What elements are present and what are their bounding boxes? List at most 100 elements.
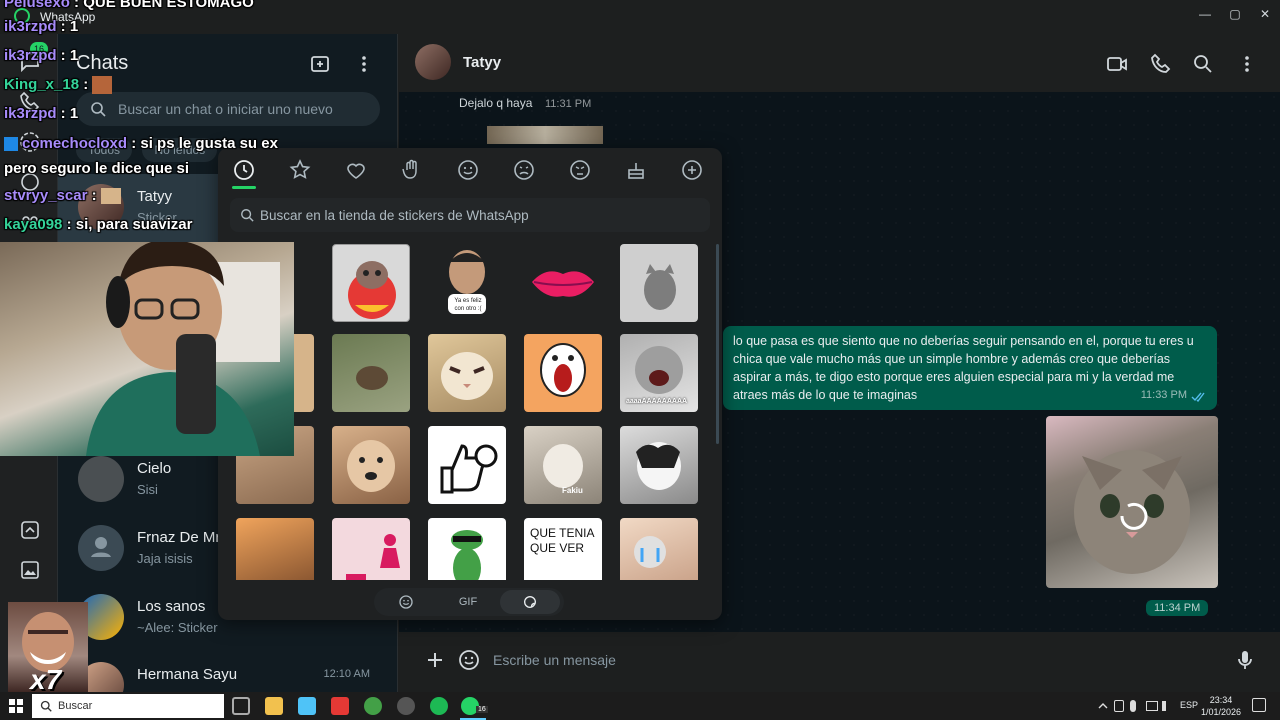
sticker-item[interactable] — [332, 334, 410, 412]
status-icon[interactable] — [18, 130, 42, 154]
chat-preview: Sticker — [137, 210, 177, 225]
emoji-tab[interactable] — [376, 590, 436, 614]
store-icon[interactable] — [298, 697, 316, 715]
sticker-item[interactable] — [620, 426, 698, 504]
calls-icon[interactable] — [18, 90, 42, 114]
message-composer — [399, 632, 1280, 692]
taskbar-clock[interactable]: 23:34 1/01/2026 — [1196, 694, 1246, 718]
clock-time: 23:34 — [1209, 695, 1233, 705]
menu-icon[interactable] — [1235, 52, 1259, 76]
star-icon[interactable] — [288, 158, 312, 182]
taskbar-search[interactable]: Buscar — [32, 694, 224, 718]
chevron-up-icon[interactable] — [1098, 701, 1108, 711]
minimize-button[interactable]: — — [1190, 4, 1220, 24]
channels-icon[interactable] — [18, 170, 42, 194]
sticker-item[interactable] — [332, 244, 410, 322]
search-icon[interactable] — [1191, 52, 1215, 76]
sticker-item[interactable] — [428, 518, 506, 580]
microphone-icon[interactable] — [1233, 648, 1257, 672]
video-call-icon[interactable] — [1105, 52, 1129, 76]
chat-name: Cielo — [137, 460, 172, 477]
starred-icon[interactable] — [18, 518, 42, 542]
message-input[interactable] — [493, 646, 1213, 674]
microphone-tray-icon[interactable] — [1130, 700, 1136, 712]
battery-icon[interactable] — [1114, 700, 1124, 712]
filter-all[interactable]: Todos — [76, 138, 133, 162]
contact-avatar[interactable] — [415, 44, 451, 80]
parrot-sticker-icon — [348, 261, 396, 319]
angry-icon[interactable] — [568, 158, 592, 182]
sticker-item[interactable] — [524, 242, 602, 320]
sticker-time: 11:34 PM — [1146, 600, 1209, 616]
task-view-icon[interactable] — [232, 697, 250, 715]
communities-icon[interactable] — [18, 210, 42, 234]
cake-icon[interactable] — [624, 158, 648, 182]
sticker-tab[interactable] — [500, 590, 560, 614]
chrome-icon[interactable] — [364, 697, 382, 715]
plus-icon[interactable] — [680, 158, 704, 182]
sticker-caption: QUE TENIA QUE VER — [530, 526, 594, 555]
sticker-item[interactable] — [524, 334, 602, 412]
sticker-item[interactable] — [428, 426, 506, 504]
sticker-item[interactable]: Ya es feliz con otro :( — [428, 242, 506, 320]
emote-overlay: x7 — [8, 602, 88, 692]
sticker-icon[interactable] — [457, 648, 481, 672]
active-tab-indicator — [232, 186, 256, 189]
thumbs-up-sticker-icon — [440, 444, 498, 494]
close-button[interactable]: ✕ — [1250, 4, 1280, 24]
streamer-figure-icon — [86, 242, 280, 456]
search-icon — [241, 209, 254, 222]
sad-icon[interactable] — [512, 158, 536, 182]
sticker-caption: aaaaAAAAAAAAA — [626, 398, 688, 405]
avatar — [78, 184, 124, 230]
emote-multiplier: x7 — [30, 664, 62, 692]
windows-taskbar: Buscar 16 ESP 23:34 1/01/2026 — [0, 692, 1280, 720]
menu-icon[interactable] — [352, 52, 376, 76]
default-avatar-icon — [91, 537, 111, 557]
message-time: 11:33 PM — [1140, 389, 1187, 401]
heart-icon[interactable] — [344, 158, 368, 182]
sticker-item[interactable] — [236, 518, 314, 580]
outgoing-message[interactable]: lo que pasa es que siento que no debería… — [723, 326, 1217, 410]
filter-unread[interactable]: No leídos — [142, 138, 218, 162]
sticker-item[interactable]: Fakiu — [524, 426, 602, 504]
sticker-item[interactable] — [428, 334, 506, 412]
voice-call-icon[interactable] — [1149, 52, 1173, 76]
sticker-item[interactable]: aaaaAAAAAAAAA — [620, 334, 698, 412]
conversation-header[interactable]: Tatyy — [399, 34, 1280, 92]
spotify-icon[interactable] — [430, 697, 448, 715]
cat-face-icon — [1074, 450, 1190, 574]
volume-icon[interactable] — [1162, 701, 1174, 711]
chat-preview: ~Alee: Sticker — [137, 620, 218, 635]
sticker-scrollbar[interactable] — [716, 244, 719, 444]
media-icon[interactable] — [18, 558, 42, 582]
sticker-item[interactable] — [620, 518, 698, 580]
sticker-item[interactable] — [332, 518, 410, 580]
clock-icon[interactable] — [232, 158, 256, 182]
sticker-search[interactable] — [230, 198, 710, 232]
windows-start-icon[interactable] — [9, 699, 23, 713]
chat-name: Hermana Sayu — [137, 666, 238, 683]
chat-search[interactable] — [76, 92, 380, 126]
chat-search-input[interactable] — [118, 92, 368, 126]
new-chat-icon[interactable] — [308, 52, 332, 76]
smile-icon[interactable] — [456, 158, 480, 182]
maximize-button[interactable]: ▢ — [1220, 4, 1250, 24]
attach-plus-icon[interactable] — [423, 648, 447, 672]
file-explorer-icon[interactable] — [265, 697, 283, 715]
wave-icon[interactable] — [400, 158, 424, 182]
contact-name[interactable]: Tatyy — [463, 54, 501, 71]
app-icon[interactable] — [331, 697, 349, 715]
crying-cat-sticker-icon — [636, 442, 681, 490]
cat-sticker-message[interactable] — [1046, 416, 1218, 588]
notifications-icon[interactable] — [1252, 698, 1266, 712]
sticker-item[interactable]: QUE TENIA QUE VER — [524, 518, 602, 580]
unread-badge: 16 — [30, 42, 48, 56]
sticker-item[interactable] — [332, 426, 410, 504]
network-icon[interactable] — [1146, 701, 1158, 711]
sticker-item[interactable] — [620, 244, 698, 322]
sticker-search-input[interactable] — [260, 198, 700, 232]
gif-tab[interactable]: GIF — [438, 590, 498, 614]
obs-icon[interactable] — [397, 697, 415, 715]
figures-sticker-icon — [346, 534, 400, 580]
